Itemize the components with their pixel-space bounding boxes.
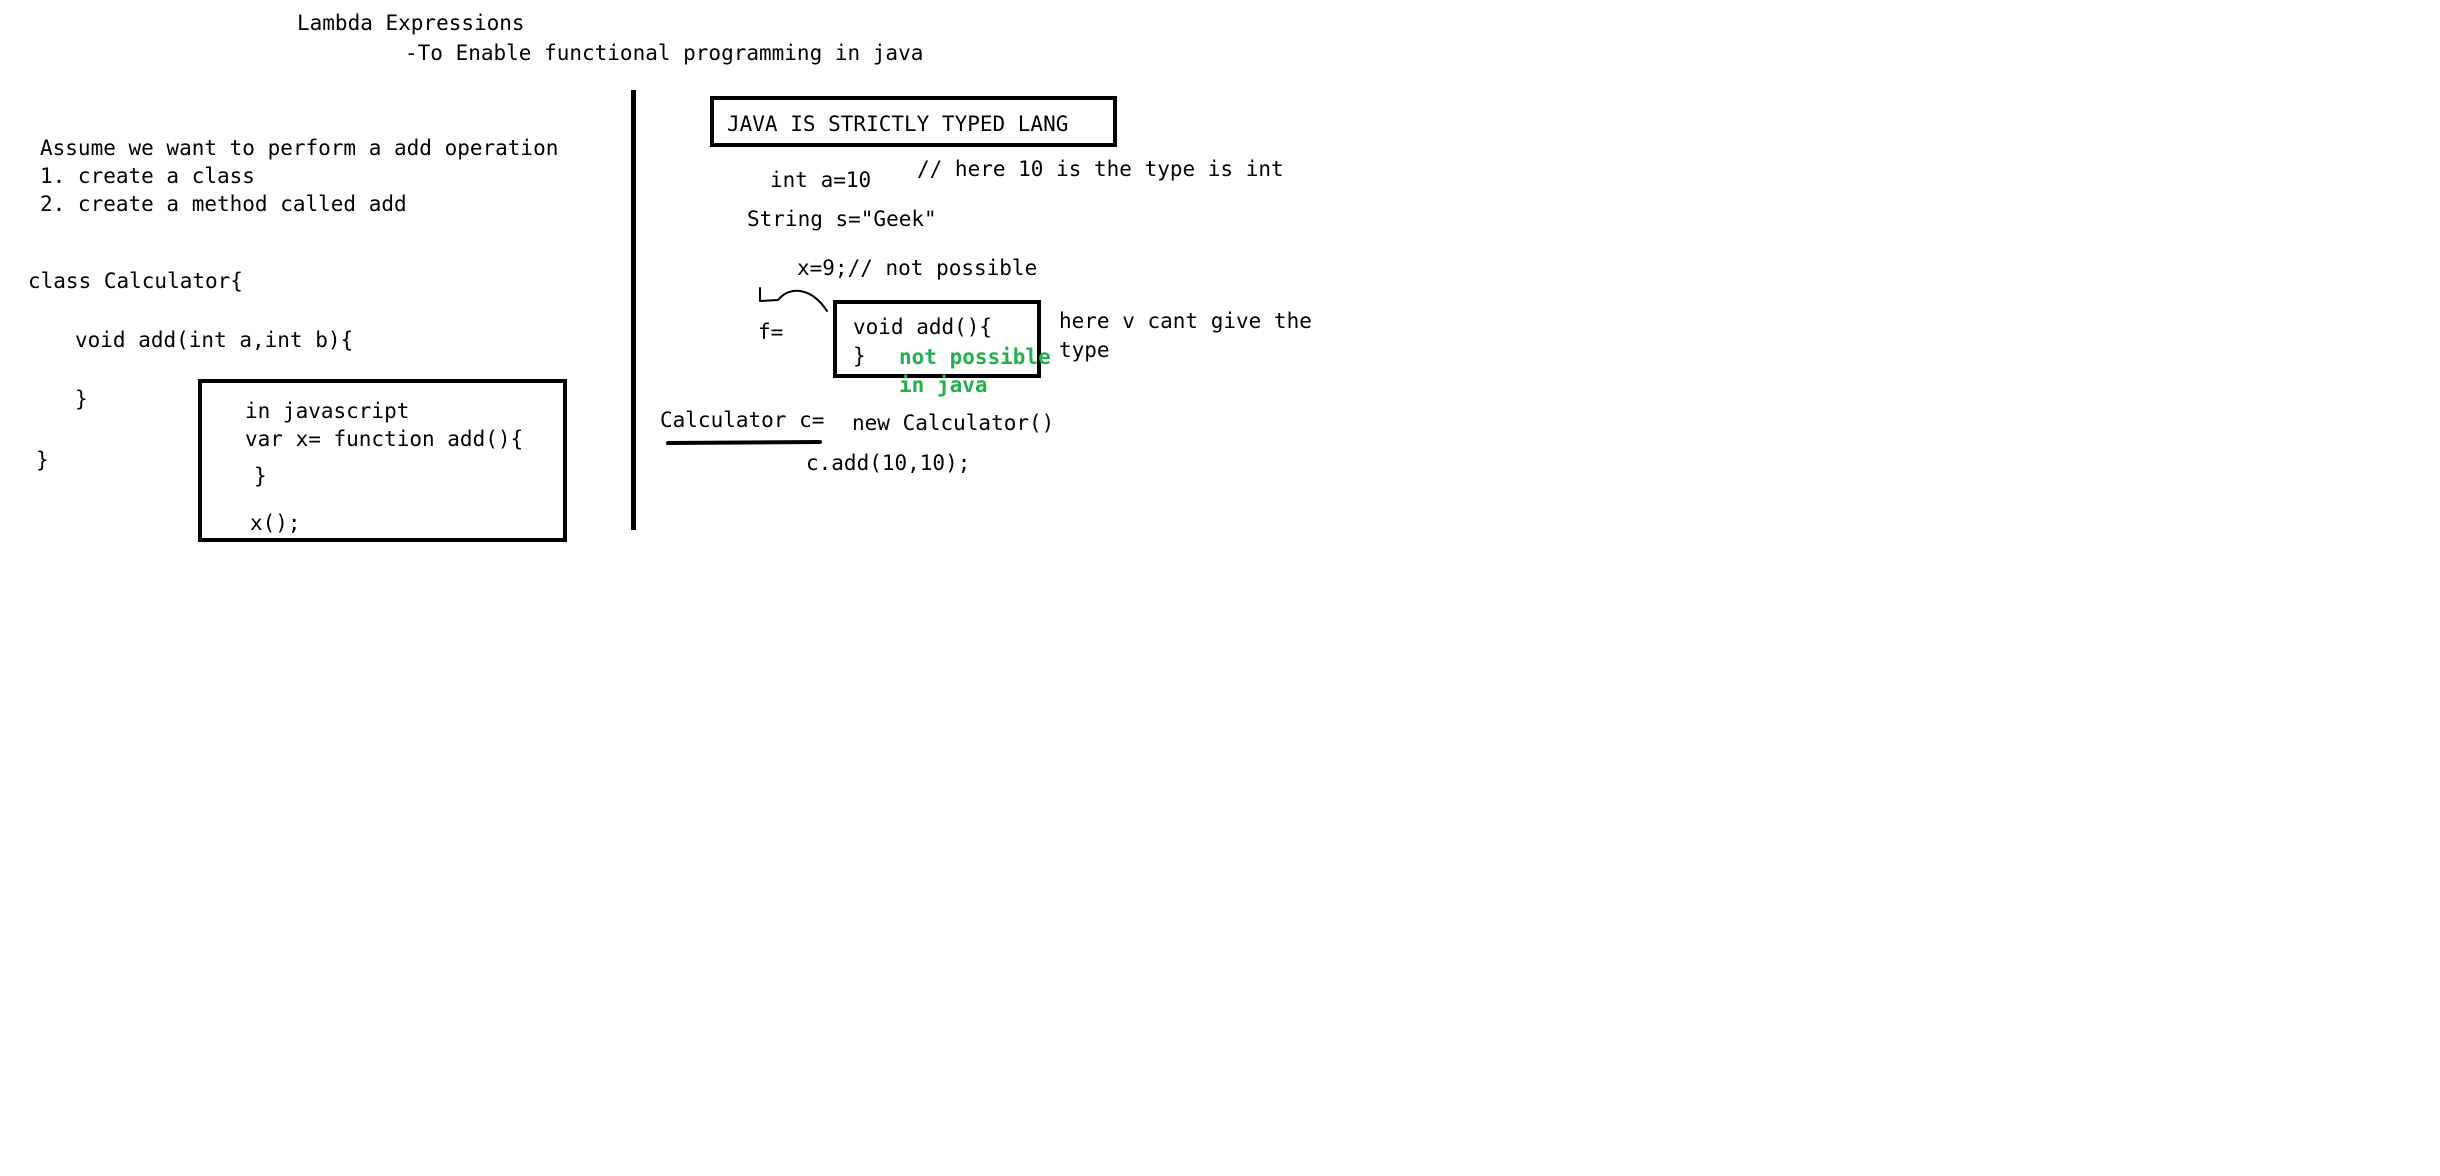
type-note-line-2: type [1059, 338, 1110, 362]
js-box-line-2: var x= function add(){ [245, 427, 524, 451]
method-close-brace: } [75, 387, 88, 411]
strictly-typed-label: JAVA IS STRICTLY TYPED LANG [727, 112, 1069, 136]
not-possible-note-line-2: in java [899, 373, 988, 397]
reassign-line: x=9;// not possible [797, 256, 1038, 280]
type-note-line-1: here v cant give the [1059, 309, 1312, 333]
page-subtitle: -To Enable functional programming in jav… [405, 41, 924, 65]
page-title: Lambda Expressions [297, 11, 525, 35]
method-declaration: void add(int a,int b){ [75, 328, 354, 352]
js-box-line-1: in javascript [245, 399, 410, 423]
whiteboard-canvas: Lambda Expressions -To Enable functional… [0, 0, 2440, 1176]
string-declaration: String s="Geek" [747, 207, 937, 231]
new-calculator: new Calculator() [852, 411, 1055, 435]
vertical-divider [631, 90, 636, 530]
curved-arrow-stroke [759, 287, 828, 312]
int-declaration: int a=10 [770, 168, 872, 192]
js-box-line-3: } [254, 464, 267, 488]
f-assign: f= [758, 320, 784, 344]
calculator-declaration: Calculator c= [660, 408, 825, 432]
js-box-line-4: x(); [250, 511, 301, 535]
class-declaration: class Calculator{ [28, 269, 243, 293]
function-box-line-2: } [853, 344, 866, 368]
step-1: 1. create a class [40, 164, 255, 188]
class-close-brace: } [36, 448, 49, 472]
not-possible-note-line-1: not possible [899, 345, 1051, 369]
intro-line: Assume we want to perform a add operatio… [40, 136, 559, 160]
function-box-line-1: void add(){ [853, 315, 993, 339]
method-call: c.add(10,10); [806, 451, 971, 475]
step-2: 2. create a method called add [40, 192, 407, 216]
calculator-underline [666, 440, 822, 445]
int-comment: // here 10 is the type is int [917, 157, 1284, 181]
